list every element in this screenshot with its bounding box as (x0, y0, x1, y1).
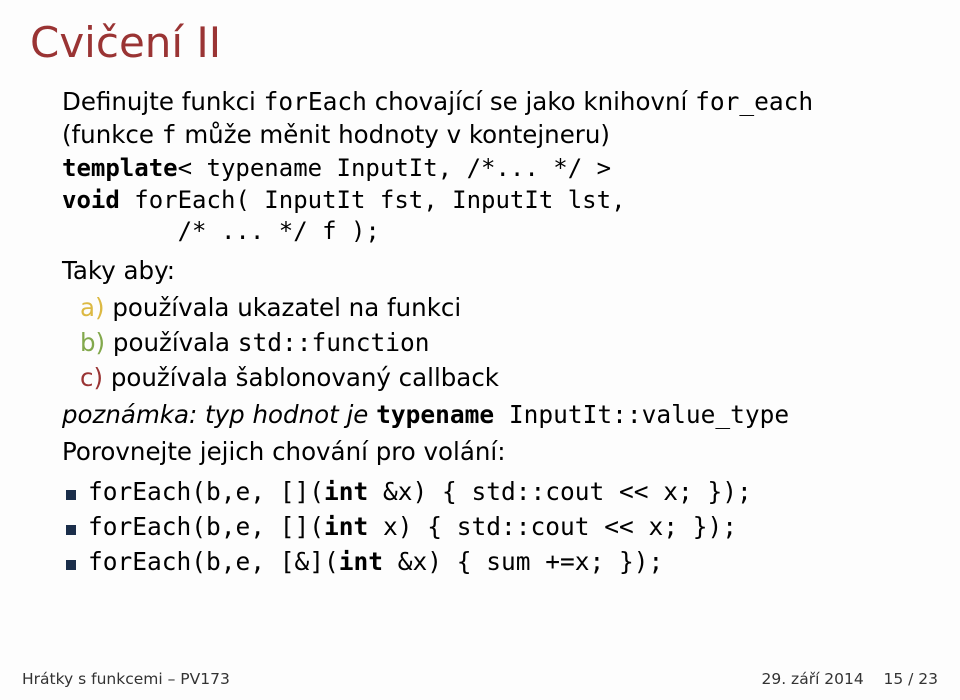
intro-line: Definujte funkci forEach chovající se ja… (62, 85, 930, 151)
slide-title: Cvičení II (30, 18, 930, 67)
item-b: b) používala std::function (80, 326, 930, 359)
bullet-2: forEach(b,e, [](int x) { std::cout << x;… (66, 510, 930, 543)
item-a: a) používala ukazatel na funkci (80, 291, 930, 324)
bullet-icon (66, 560, 76, 570)
compare-line: Porovnejte jejich chování pro volání: (62, 435, 930, 468)
taky-aby: Taky aby: (62, 254, 930, 287)
footer-right: 29. září 2014 15 / 23 (761, 670, 938, 688)
slide-body: Definujte funkci forEach chovající se ja… (30, 85, 930, 578)
bullet-list: forEach(b,e, [](int &x) { std::cout << x… (62, 475, 930, 578)
bullet-icon (66, 490, 76, 500)
bullet-3: forEach(b,e, [&](int &x) { sum +=x; }); (66, 545, 930, 578)
code-signature: template< typename InputIt, /*... */ > v… (62, 153, 930, 248)
footer: Hrátky s funkcemi – PV173 29. září 2014 … (22, 670, 938, 688)
bullet-1: forEach(b,e, [](int &x) { std::cout << x… (66, 475, 930, 508)
sub-list: a) používala ukazatel na funkci b) použí… (62, 291, 930, 394)
footer-left: Hrátky s funkcemi – PV173 (22, 670, 230, 688)
bullet-icon (66, 525, 76, 535)
note-line: poznámka: typ hodnot je typename InputIt… (62, 398, 930, 431)
item-c: c) používala šablonovaný callback (80, 361, 930, 394)
